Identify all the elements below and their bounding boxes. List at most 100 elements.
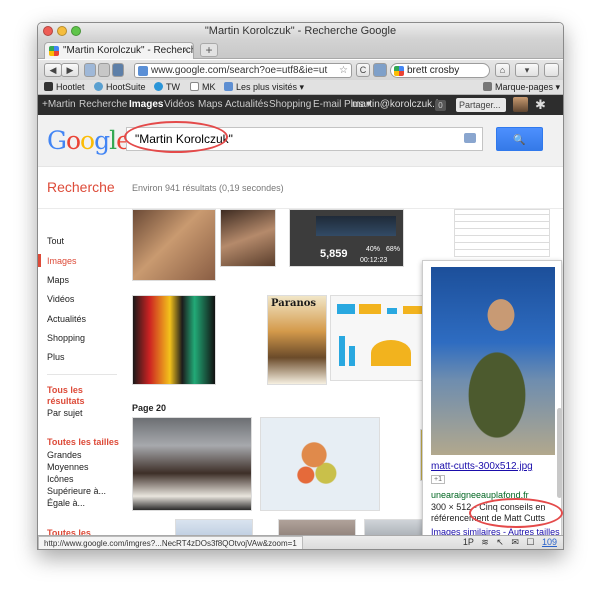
red-annotation-circle	[469, 498, 563, 528]
gbar-shopping[interactable]: Shopping	[269, 95, 311, 115]
reload-button[interactable]: C	[356, 63, 370, 77]
divider	[47, 374, 117, 375]
scrollbar[interactable]	[557, 408, 562, 498]
notification-badge[interactable]: 0	[435, 100, 446, 111]
result-thumbnail-france-map[interactable]	[260, 417, 380, 511]
infographic-shape	[371, 340, 411, 366]
gbar-maps[interactable]: Maps	[198, 95, 222, 115]
nav-maps[interactable]: Maps	[47, 275, 69, 286]
toolbar-menu-button[interactable]: ▾	[515, 63, 539, 77]
bookmark-hootsuite[interactable]: HootSuite	[94, 80, 146, 95]
browser-window: "Martin Korolczuk" - Recherche Google "M…	[37, 22, 564, 550]
owl-icon	[94, 82, 103, 91]
google-logo[interactable]: Google	[47, 126, 131, 155]
nav-shopping[interactable]: Shopping	[47, 333, 85, 344]
preview-title[interactable]: matt-cutts-300x512.jpg	[431, 461, 533, 472]
gbar-actualites[interactable]: Actualités	[225, 95, 268, 115]
filter-by-subject[interactable]: Par sujet	[47, 408, 83, 419]
nav-tout[interactable]: Tout	[47, 236, 64, 247]
search-engine-input[interactable]: brett crosby	[390, 63, 490, 78]
size-medium[interactable]: Moyennes	[47, 462, 89, 473]
red-annotation-circle	[124, 121, 228, 153]
gbar-images[interactable]: Images	[129, 95, 163, 115]
bookmark-hootlet[interactable]: Hootlet	[44, 80, 85, 95]
plus-one-button[interactable]: +1	[431, 475, 445, 484]
size-larger-than[interactable]: Supérieure à...	[47, 486, 106, 497]
gbar-videos[interactable]: Vidéos	[164, 95, 194, 115]
close-tab-icon[interactable]: ×	[183, 43, 189, 58]
status-count[interactable]: 109	[542, 537, 557, 547]
filter-all-sizes[interactable]: Toutes les tailles	[47, 437, 119, 448]
layers-icon[interactable]: ≋	[481, 537, 489, 547]
search-icon: 🔍	[513, 135, 526, 146]
camera-icon[interactable]	[464, 133, 476, 143]
image-preview-card[interactable]: matt-cutts-300x512.jpg +1 unearaigneeaup…	[422, 260, 563, 549]
magazine-title: Paranos	[271, 298, 317, 309]
forward-button[interactable]: ▶	[61, 63, 79, 77]
address-bar-text: www.google.com/search?oe=utf8&ie=ut	[151, 65, 328, 76]
nav-plus[interactable]: Plus	[47, 352, 65, 363]
extension-button[interactable]	[544, 63, 559, 77]
cursor-icon[interactable]: ↖	[496, 537, 504, 547]
nav-actualites[interactable]: Actualités	[47, 314, 86, 325]
zoom-window-button[interactable]	[71, 26, 81, 36]
share-box[interactable]: Partager...	[456, 98, 506, 112]
result-thumbnail-bottles[interactable]	[132, 295, 216, 385]
avatar[interactable]	[513, 97, 528, 112]
google-header: Google "Martin Korolczuk" 🔍	[38, 115, 563, 167]
bookmark-menu[interactable]: Marque-pages ▾	[483, 80, 560, 95]
size-large[interactable]: Grandes	[47, 450, 82, 461]
bookmark-mk[interactable]: MK	[190, 80, 216, 95]
gbar-plus-martin[interactable]: +Martin	[42, 95, 76, 115]
result-thumbnail[interactable]	[454, 209, 550, 257]
onepassword-icon[interactable]: 1P	[463, 537, 474, 547]
home-button[interactable]: ⌂	[495, 63, 510, 77]
mail-icon[interactable]: ✉	[511, 537, 519, 547]
star-icon[interactable]: ☆	[339, 64, 348, 77]
search-button[interactable]: 🔍	[496, 127, 543, 151]
filter-all-results[interactable]: Tous les résultats	[47, 385, 107, 407]
folder-icon	[224, 82, 233, 91]
gbar-email[interactable]: E-mail	[313, 95, 341, 115]
page-icon[interactable]	[84, 63, 96, 77]
size-equal-to[interactable]: Égale à...	[47, 498, 85, 509]
tab-google-search[interactable]: "Martin Korolczuk" - Recherche... ×	[44, 42, 194, 59]
site-icon	[138, 66, 148, 76]
addon-icon[interactable]	[373, 63, 387, 77]
result-thumbnail-stats[interactable]: 5,859 40% 68% 00:12:23	[289, 209, 404, 267]
new-tab-button[interactable]: +	[200, 43, 218, 57]
nav-videos[interactable]: Vidéos	[47, 294, 74, 305]
section-title: Recherche	[47, 179, 115, 195]
result-thumbnail[interactable]	[220, 209, 276, 267]
tab-label: "Martin Korolczuk" - Recherche...	[63, 45, 193, 56]
bookmark-icon[interactable]	[112, 63, 124, 77]
address-bar[interactable]: www.google.com/search?oe=utf8&ie=ut ☆	[134, 63, 352, 78]
window-controls	[43, 26, 81, 36]
size-icons[interactable]: Icônes	[47, 474, 74, 485]
result-thumbnail[interactable]	[132, 209, 216, 281]
stat-value: 5,859	[320, 248, 348, 260]
reader-icon[interactable]	[98, 63, 110, 77]
contacts-icon[interactable]: ☐	[526, 537, 534, 547]
gear-icon[interactable]: ✱	[535, 95, 546, 115]
gbar-recherche[interactable]: Recherche	[79, 95, 127, 115]
infographic-block	[359, 304, 381, 314]
result-thumbnail-kiss[interactable]	[132, 417, 252, 511]
result-thumbnail-magazine[interactable]: Paranos	[267, 295, 327, 385]
infographic-block	[337, 304, 355, 314]
active-indicator	[38, 254, 41, 267]
search-engine-value: brett crosby	[407, 65, 460, 76]
preview-photo[interactable]	[431, 267, 555, 455]
nav-images[interactable]: Images	[47, 256, 77, 267]
minimize-window-button[interactable]	[57, 26, 67, 36]
title-bar: "Martin Korolczuk" - Recherche Google	[38, 23, 563, 39]
window-title: "Martin Korolczuk" - Recherche Google	[204, 25, 397, 37]
status-icons: 1P ≋ ↖ ✉ ☐ 109	[458, 537, 557, 548]
back-button[interactable]: ◀	[44, 63, 62, 77]
close-window-button[interactable]	[43, 26, 53, 36]
bookmark-most-visited[interactable]: Les plus visités ▾	[224, 80, 304, 95]
bookmark-tw[interactable]: TW	[154, 80, 180, 95]
tab-strip: "Martin Korolczuk" - Recherche... × +	[38, 39, 563, 59]
gbar-account[interactable]: martin@korolczuk.fr	[352, 95, 441, 115]
bookmark-label: Marque-pages ▾	[495, 82, 561, 92]
